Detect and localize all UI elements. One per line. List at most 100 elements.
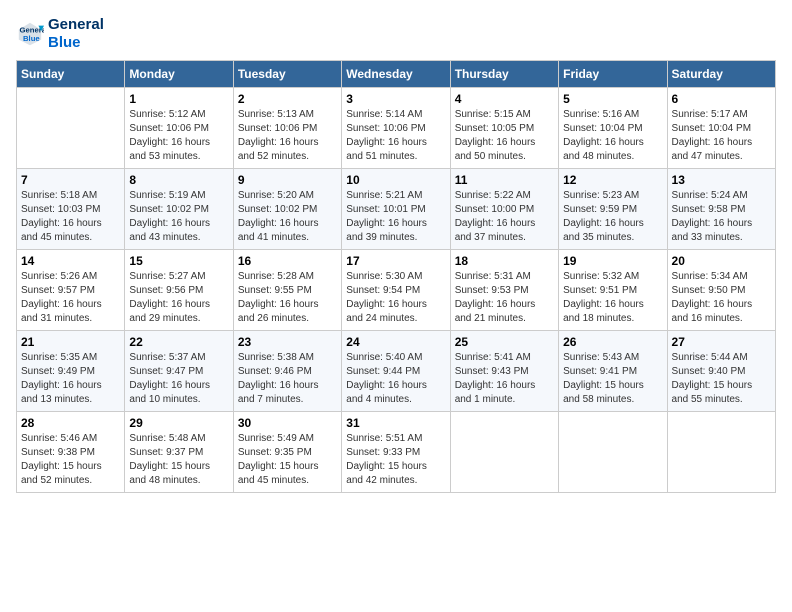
day-number: 3 [346, 92, 445, 106]
calendar-cell: 18 Sunrise: 5:31 AM Sunset: 9:53 PM Dayli… [450, 250, 558, 331]
day-number: 7 [21, 173, 120, 187]
day-info: Sunrise: 5:49 AM Sunset: 9:35 PM Dayligh… [238, 432, 337, 488]
calendar-week-row: 28 Sunrise: 5:46 AM Sunset: 9:38 PM Dayli… [17, 412, 776, 493]
day-info: Sunrise: 5:22 AM Sunset: 10:00 PM Daylig… [455, 189, 554, 245]
day-info: Sunrise: 5:38 AM Sunset: 9:46 PM Dayligh… [238, 351, 337, 407]
calendar-cell: 7Sunrise: 5:18 AM Sunset: 10:03 PM Dayli… [17, 169, 125, 250]
calendar-cell: 5 Sunrise: 5:16 AM Sunset: 10:04 PM Dayli… [559, 88, 667, 169]
calendar-cell: 12 Sunrise: 5:23 AM Sunset: 9:59 PM Dayli… [559, 169, 667, 250]
calendar-cell: 30 Sunrise: 5:49 AM Sunset: 9:35 PM Dayli… [233, 412, 341, 493]
calendar-cell: 23 Sunrise: 5:38 AM Sunset: 9:46 PM Dayli… [233, 331, 341, 412]
day-info: Sunrise: 5:13 AM Sunset: 10:06 PM Daylig… [238, 108, 337, 164]
day-info: Sunrise: 5:51 AM Sunset: 9:33 PM Dayligh… [346, 432, 445, 488]
day-info: Sunrise: 5:16 AM Sunset: 10:04 PM Daylig… [563, 108, 662, 164]
day-info: Sunrise: 5:24 AM Sunset: 9:58 PM Dayligh… [672, 189, 771, 245]
day-info: Sunrise: 5:19 AM Sunset: 10:02 PM Daylig… [129, 189, 228, 245]
column-header-friday: Friday [559, 61, 667, 88]
day-number: 27 [672, 335, 771, 349]
day-number: 10 [346, 173, 445, 187]
day-info: Sunrise: 5:31 AM Sunset: 9:53 PM Dayligh… [455, 270, 554, 326]
header: General Blue General Blue [16, 16, 776, 52]
calendar-cell: 11 Sunrise: 5:22 AM Sunset: 10:00 PM Dayl… [450, 169, 558, 250]
day-number: 16 [238, 254, 337, 268]
day-info: Sunrise: 5:46 AM Sunset: 9:38 PM Dayligh… [21, 432, 120, 488]
day-number: 25 [455, 335, 554, 349]
day-info: Sunrise: 5:32 AM Sunset: 9:51 PM Dayligh… [563, 270, 662, 326]
day-info: Sunrise: 5:48 AM Sunset: 9:37 PM Dayligh… [129, 432, 228, 488]
day-info: Sunrise: 5:14 AM Sunset: 10:06 PM Daylig… [346, 108, 445, 164]
day-number: 2 [238, 92, 337, 106]
calendar-cell: 10 Sunrise: 5:21 AM Sunset: 10:01 PM Dayl… [342, 169, 450, 250]
day-number: 21 [21, 335, 120, 349]
day-info: Sunrise: 5:12 AM Sunset: 10:06 PM Daylig… [129, 108, 228, 164]
day-info: Sunrise: 5:23 AM Sunset: 9:59 PM Dayligh… [563, 189, 662, 245]
calendar-week-row: 1 Sunrise: 5:12 AM Sunset: 10:06 PM Dayli… [17, 88, 776, 169]
day-number: 19 [563, 254, 662, 268]
column-header-thursday: Thursday [450, 61, 558, 88]
calendar-cell: 31 Sunrise: 5:51 AM Sunset: 9:33 PM Dayli… [342, 412, 450, 493]
calendar-header-row: SundayMondayTuesdayWednesdayThursdayFrid… [17, 61, 776, 88]
day-number: 31 [346, 416, 445, 430]
logo-icon: General Blue [16, 20, 44, 48]
day-info: Sunrise: 5:44 AM Sunset: 9:40 PM Dayligh… [672, 351, 771, 407]
calendar-cell: 14 Sunrise: 5:26 AM Sunset: 9:57 PM Dayli… [17, 250, 125, 331]
calendar-cell: 8 Sunrise: 5:19 AM Sunset: 10:02 PM Dayli… [125, 169, 233, 250]
calendar-cell [450, 412, 558, 493]
svg-text:Blue: Blue [23, 34, 40, 43]
day-info: Sunrise: 5:26 AM Sunset: 9:57 PM Dayligh… [21, 270, 120, 326]
calendar-cell: 20 Sunrise: 5:34 AM Sunset: 9:50 PM Dayli… [667, 250, 775, 331]
calendar-cell: 15Sunrise: 5:27 AM Sunset: 9:56 PM Dayli… [125, 250, 233, 331]
day-info: Sunrise: 5:35 AM Sunset: 9:49 PM Dayligh… [21, 351, 120, 407]
day-number: 20 [672, 254, 771, 268]
calendar-cell [667, 412, 775, 493]
calendar-cell [559, 412, 667, 493]
calendar-cell: 17Sunrise: 5:30 AM Sunset: 9:54 PM Dayli… [342, 250, 450, 331]
logo: General Blue General Blue [16, 16, 104, 52]
calendar-cell: 13 Sunrise: 5:24 AM Sunset: 9:58 PM Dayli… [667, 169, 775, 250]
calendar-cell: 6Sunrise: 5:17 AM Sunset: 10:04 PM Dayli… [667, 88, 775, 169]
logo-text-general: General [48, 16, 104, 34]
calendar-week-row: 7Sunrise: 5:18 AM Sunset: 10:03 PM Dayli… [17, 169, 776, 250]
column-header-wednesday: Wednesday [342, 61, 450, 88]
column-header-monday: Monday [125, 61, 233, 88]
day-info: Sunrise: 5:43 AM Sunset: 9:41 PM Dayligh… [563, 351, 662, 407]
day-number: 9 [238, 173, 337, 187]
day-number: 4 [455, 92, 554, 106]
day-number: 13 [672, 173, 771, 187]
calendar-cell: 25 Sunrise: 5:41 AM Sunset: 9:43 PM Dayli… [450, 331, 558, 412]
day-number: 17 [346, 254, 445, 268]
calendar-cell: 16 Sunrise: 5:28 AM Sunset: 9:55 PM Dayli… [233, 250, 341, 331]
day-number: 18 [455, 254, 554, 268]
day-info: Sunrise: 5:41 AM Sunset: 9:43 PM Dayligh… [455, 351, 554, 407]
day-number: 29 [129, 416, 228, 430]
calendar-cell: 4Sunrise: 5:15 AM Sunset: 10:05 PM Dayli… [450, 88, 558, 169]
day-number: 24 [346, 335, 445, 349]
calendar-cell: 22Sunrise: 5:37 AM Sunset: 9:47 PM Dayli… [125, 331, 233, 412]
day-info: Sunrise: 5:20 AM Sunset: 10:02 PM Daylig… [238, 189, 337, 245]
column-header-saturday: Saturday [667, 61, 775, 88]
calendar-cell: 29 Sunrise: 5:48 AM Sunset: 9:37 PM Dayli… [125, 412, 233, 493]
calendar-week-row: 21 Sunrise: 5:35 AM Sunset: 9:49 PM Dayli… [17, 331, 776, 412]
calendar-cell: 9 Sunrise: 5:20 AM Sunset: 10:02 PM Dayli… [233, 169, 341, 250]
calendar-table: SundayMondayTuesdayWednesdayThursdayFrid… [16, 60, 776, 493]
day-number: 28 [21, 416, 120, 430]
day-number: 14 [21, 254, 120, 268]
day-number: 6 [672, 92, 771, 106]
column-header-sunday: Sunday [17, 61, 125, 88]
day-info: Sunrise: 5:28 AM Sunset: 9:55 PM Dayligh… [238, 270, 337, 326]
calendar-cell: 19 Sunrise: 5:32 AM Sunset: 9:51 PM Dayli… [559, 250, 667, 331]
day-number: 23 [238, 335, 337, 349]
day-number: 5 [563, 92, 662, 106]
day-number: 11 [455, 173, 554, 187]
day-number: 1 [129, 92, 228, 106]
calendar-cell: 26Sunrise: 5:43 AM Sunset: 9:41 PM Dayli… [559, 331, 667, 412]
day-info: Sunrise: 5:21 AM Sunset: 10:01 PM Daylig… [346, 189, 445, 245]
calendar-week-row: 14 Sunrise: 5:26 AM Sunset: 9:57 PM Dayli… [17, 250, 776, 331]
day-number: 12 [563, 173, 662, 187]
calendar-cell: 2 Sunrise: 5:13 AM Sunset: 10:06 PM Dayli… [233, 88, 341, 169]
calendar-cell [17, 88, 125, 169]
day-number: 8 [129, 173, 228, 187]
day-number: 30 [238, 416, 337, 430]
column-header-tuesday: Tuesday [233, 61, 341, 88]
day-info: Sunrise: 5:34 AM Sunset: 9:50 PM Dayligh… [672, 270, 771, 326]
